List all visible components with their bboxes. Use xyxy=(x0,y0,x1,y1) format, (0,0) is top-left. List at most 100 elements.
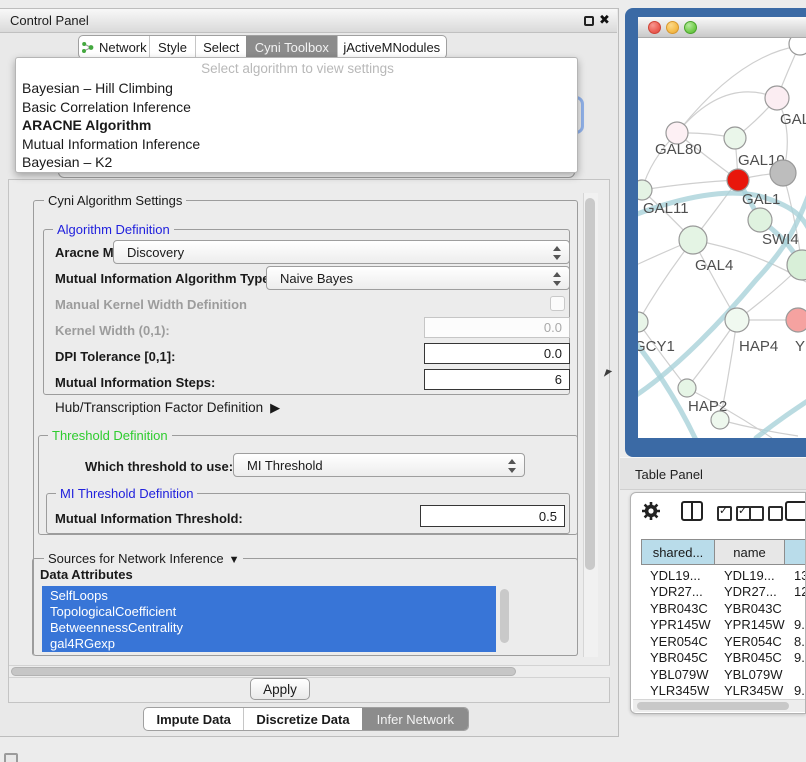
group-title: Cyni Algorithm Settings xyxy=(44,193,186,208)
bottom-tab-discretize-data[interactable]: Discretize Data xyxy=(243,708,361,730)
table-row[interactable]: YDR27...YDR27...12 xyxy=(641,584,806,601)
table-row[interactable]: YPR145WYPR145W9. xyxy=(641,617,806,634)
mi-threshold-field[interactable]: 0.5 xyxy=(420,505,565,527)
horizontal-scrollbar-thumb[interactable] xyxy=(11,667,516,676)
node-label-gal11: GAL11 xyxy=(643,200,689,217)
data-attributes-list[interactable]: SelfLoopsTopologicalCoefficientBetweenne… xyxy=(42,586,496,652)
algorithm-option-aracne-algorithm[interactable]: ARACNE Algorithm xyxy=(16,116,578,135)
network-node-unnamed-bottom[interactable] xyxy=(711,411,729,429)
dpi-tolerance-field[interactable]: 0.0 xyxy=(424,343,570,364)
manual-kernel-width-checkbox[interactable] xyxy=(550,296,565,311)
network-edge xyxy=(677,92,777,133)
sources-expander[interactable]: Sources for Network Inference▼ xyxy=(44,551,243,568)
manual-kernel-width-label: Manual Kernel Width Definition xyxy=(55,297,247,312)
column-header[interactable] xyxy=(785,539,806,565)
list-scrollbar-thumb[interactable] xyxy=(500,589,509,643)
panel-title: Control Panel xyxy=(10,13,89,28)
column-header-shared-[interactable]: shared... xyxy=(641,539,715,565)
mi-algorithm-type-select[interactable]: Naive Bayes xyxy=(266,266,570,290)
table-row[interactable]: YBL079WYBL079W xyxy=(641,666,806,683)
tab-style[interactable]: Style xyxy=(149,36,196,58)
attribute-item-topologicalcoefficient[interactable]: TopologicalCoefficient xyxy=(50,604,496,620)
hub-factor-expander[interactable]: Hub/Transcription Factor Definition▶ xyxy=(55,400,280,416)
minimized-panel-icon[interactable] xyxy=(4,753,18,762)
network-node-gal11[interactable] xyxy=(638,180,652,200)
network-node-gcy1[interactable] xyxy=(638,312,648,332)
table-cell: YPR145W xyxy=(715,617,785,632)
table-row[interactable]: YBR043CYBR043C xyxy=(641,600,806,617)
mi-threshold-label: Mutual Information Threshold: xyxy=(55,511,243,526)
mi-steps-field[interactable]: 6 xyxy=(424,369,570,390)
tab-network[interactable]: Network xyxy=(79,36,149,58)
apply-button[interactable]: Apply xyxy=(250,678,310,700)
algorithm-option-bayesian-k2[interactable]: Bayesian – K2 xyxy=(16,153,578,172)
network-node-swi4[interactable] xyxy=(748,208,772,232)
close-icon[interactable]: ✖ xyxy=(599,12,610,28)
table-panel-title: Table Panel xyxy=(635,467,703,482)
select-all-checkboxes-icon[interactable] xyxy=(717,506,751,521)
table-cell: YDL19... xyxy=(715,568,785,583)
table-cell: YLR345W xyxy=(715,683,785,698)
table-function-icon[interactable] xyxy=(785,501,806,521)
aracne-mode-select[interactable]: Discovery xyxy=(113,240,570,264)
table-cell: YBR043C xyxy=(715,601,785,616)
mac-zoom-icon[interactable] xyxy=(684,21,697,34)
algorithm-dropdown: Select algorithm to view settings Bayesi… xyxy=(15,57,578,173)
network-node-hap2[interactable] xyxy=(678,379,696,397)
bottom-tab-infer-network[interactable]: Infer Network xyxy=(362,708,468,730)
network-node-unnamed-right[interactable] xyxy=(787,250,806,280)
algorithm-option-mutual-information-inference[interactable]: Mutual Information Inference xyxy=(16,135,578,154)
network-node-unnamed-top[interactable] xyxy=(789,38,806,55)
table-cell: YER054C xyxy=(641,634,715,649)
table-row[interactable]: YDL19...YDL19...13 xyxy=(641,567,806,584)
deselect-all-checkboxes-icon[interactable] xyxy=(749,506,783,521)
tab-jactivemnodules[interactable]: jActiveMNodules xyxy=(337,36,446,58)
network-node-gal1[interactable] xyxy=(727,169,749,191)
cp-tab-bar: Network Style SelectCyni ToolboxjActiveMNo… xyxy=(78,35,447,59)
column-layout-icon[interactable] xyxy=(681,501,703,521)
network-window-titlebar[interactable] xyxy=(638,17,806,38)
network-node-hap4[interactable] xyxy=(725,308,749,332)
network-node-unnamed-gray[interactable] xyxy=(770,160,796,186)
mac-close-icon[interactable] xyxy=(648,21,661,34)
network-node-gal[interactable] xyxy=(765,86,789,110)
network-node-gal10[interactable] xyxy=(724,127,746,149)
bottom-tab-label: Impute Data xyxy=(156,712,230,727)
tab-select[interactable]: Select xyxy=(195,36,246,58)
node-label-gcy1: GCY1 xyxy=(638,338,675,355)
node-label-gal4: GAL4 xyxy=(695,257,733,274)
table-row[interactable]: YBR045CYBR045C9. xyxy=(641,650,806,667)
network-node-y-partial[interactable] xyxy=(786,308,806,332)
mac-minimize-icon[interactable] xyxy=(666,21,679,34)
bottom-tab-bar: Impute Data Discretize DataInfer Network xyxy=(143,707,469,731)
table-cell: 9. xyxy=(785,683,806,698)
node-label-y-partial: Y xyxy=(795,338,805,355)
table-cell: 9. xyxy=(785,617,806,632)
attribute-item-gal4rgexp[interactable]: gal4RGexp xyxy=(50,636,496,652)
algorithm-option-dream8-dc-tdc-algorithm[interactable]: Dream8 DC_TDC Algorithm xyxy=(16,172,578,174)
tab-cyni-toolbox[interactable]: Cyni Toolbox xyxy=(246,36,337,58)
hub-factor-label: Hub/Transcription Factor Definition xyxy=(55,400,263,415)
unchecked-box-icon xyxy=(749,506,764,521)
algorithm-option-basic-correlation-inference[interactable]: Basic Correlation Inference xyxy=(16,98,578,117)
algorithm-option-bayesian-hill-climbing[interactable]: Bayesian – Hill Climbing xyxy=(16,79,578,98)
tab-label: Style xyxy=(158,40,187,55)
dpi-tolerance-label: DPI Tolerance [0,1]: xyxy=(55,349,175,364)
gear-icon[interactable] xyxy=(641,501,661,521)
which-threshold-select[interactable]: MI Threshold xyxy=(233,453,525,477)
table-horizontal-scrollbar-thumb[interactable] xyxy=(637,702,789,710)
column-header-name[interactable]: name xyxy=(715,539,785,565)
kernel-width-label: Kernel Width (0,1): xyxy=(55,323,170,338)
float-panel-icon[interactable] xyxy=(584,16,594,26)
network-node-gal4[interactable] xyxy=(679,226,707,254)
table-cell: 8. xyxy=(785,634,806,649)
table-row[interactable]: YER054CYER054C8. xyxy=(641,633,806,650)
node-label-gal1: GAL1 xyxy=(742,191,780,208)
vertical-scrollbar-thumb[interactable] xyxy=(585,198,595,570)
network-canvas[interactable]: GALGAL80GAL10GAL1GAL11SWI4GAL4GCY1HAP4YH… xyxy=(638,38,806,438)
bottom-tab-impute-data[interactable]: Impute Data xyxy=(144,708,243,730)
table-row[interactable]: YLR345WYLR345W9. xyxy=(641,683,806,700)
attribute-item-selfloops[interactable]: SelfLoops xyxy=(50,588,496,604)
node-label-swi4: SWI4 xyxy=(762,231,799,248)
attribute-item-betweennesscentrality[interactable]: BetweennessCentrality xyxy=(50,620,496,636)
